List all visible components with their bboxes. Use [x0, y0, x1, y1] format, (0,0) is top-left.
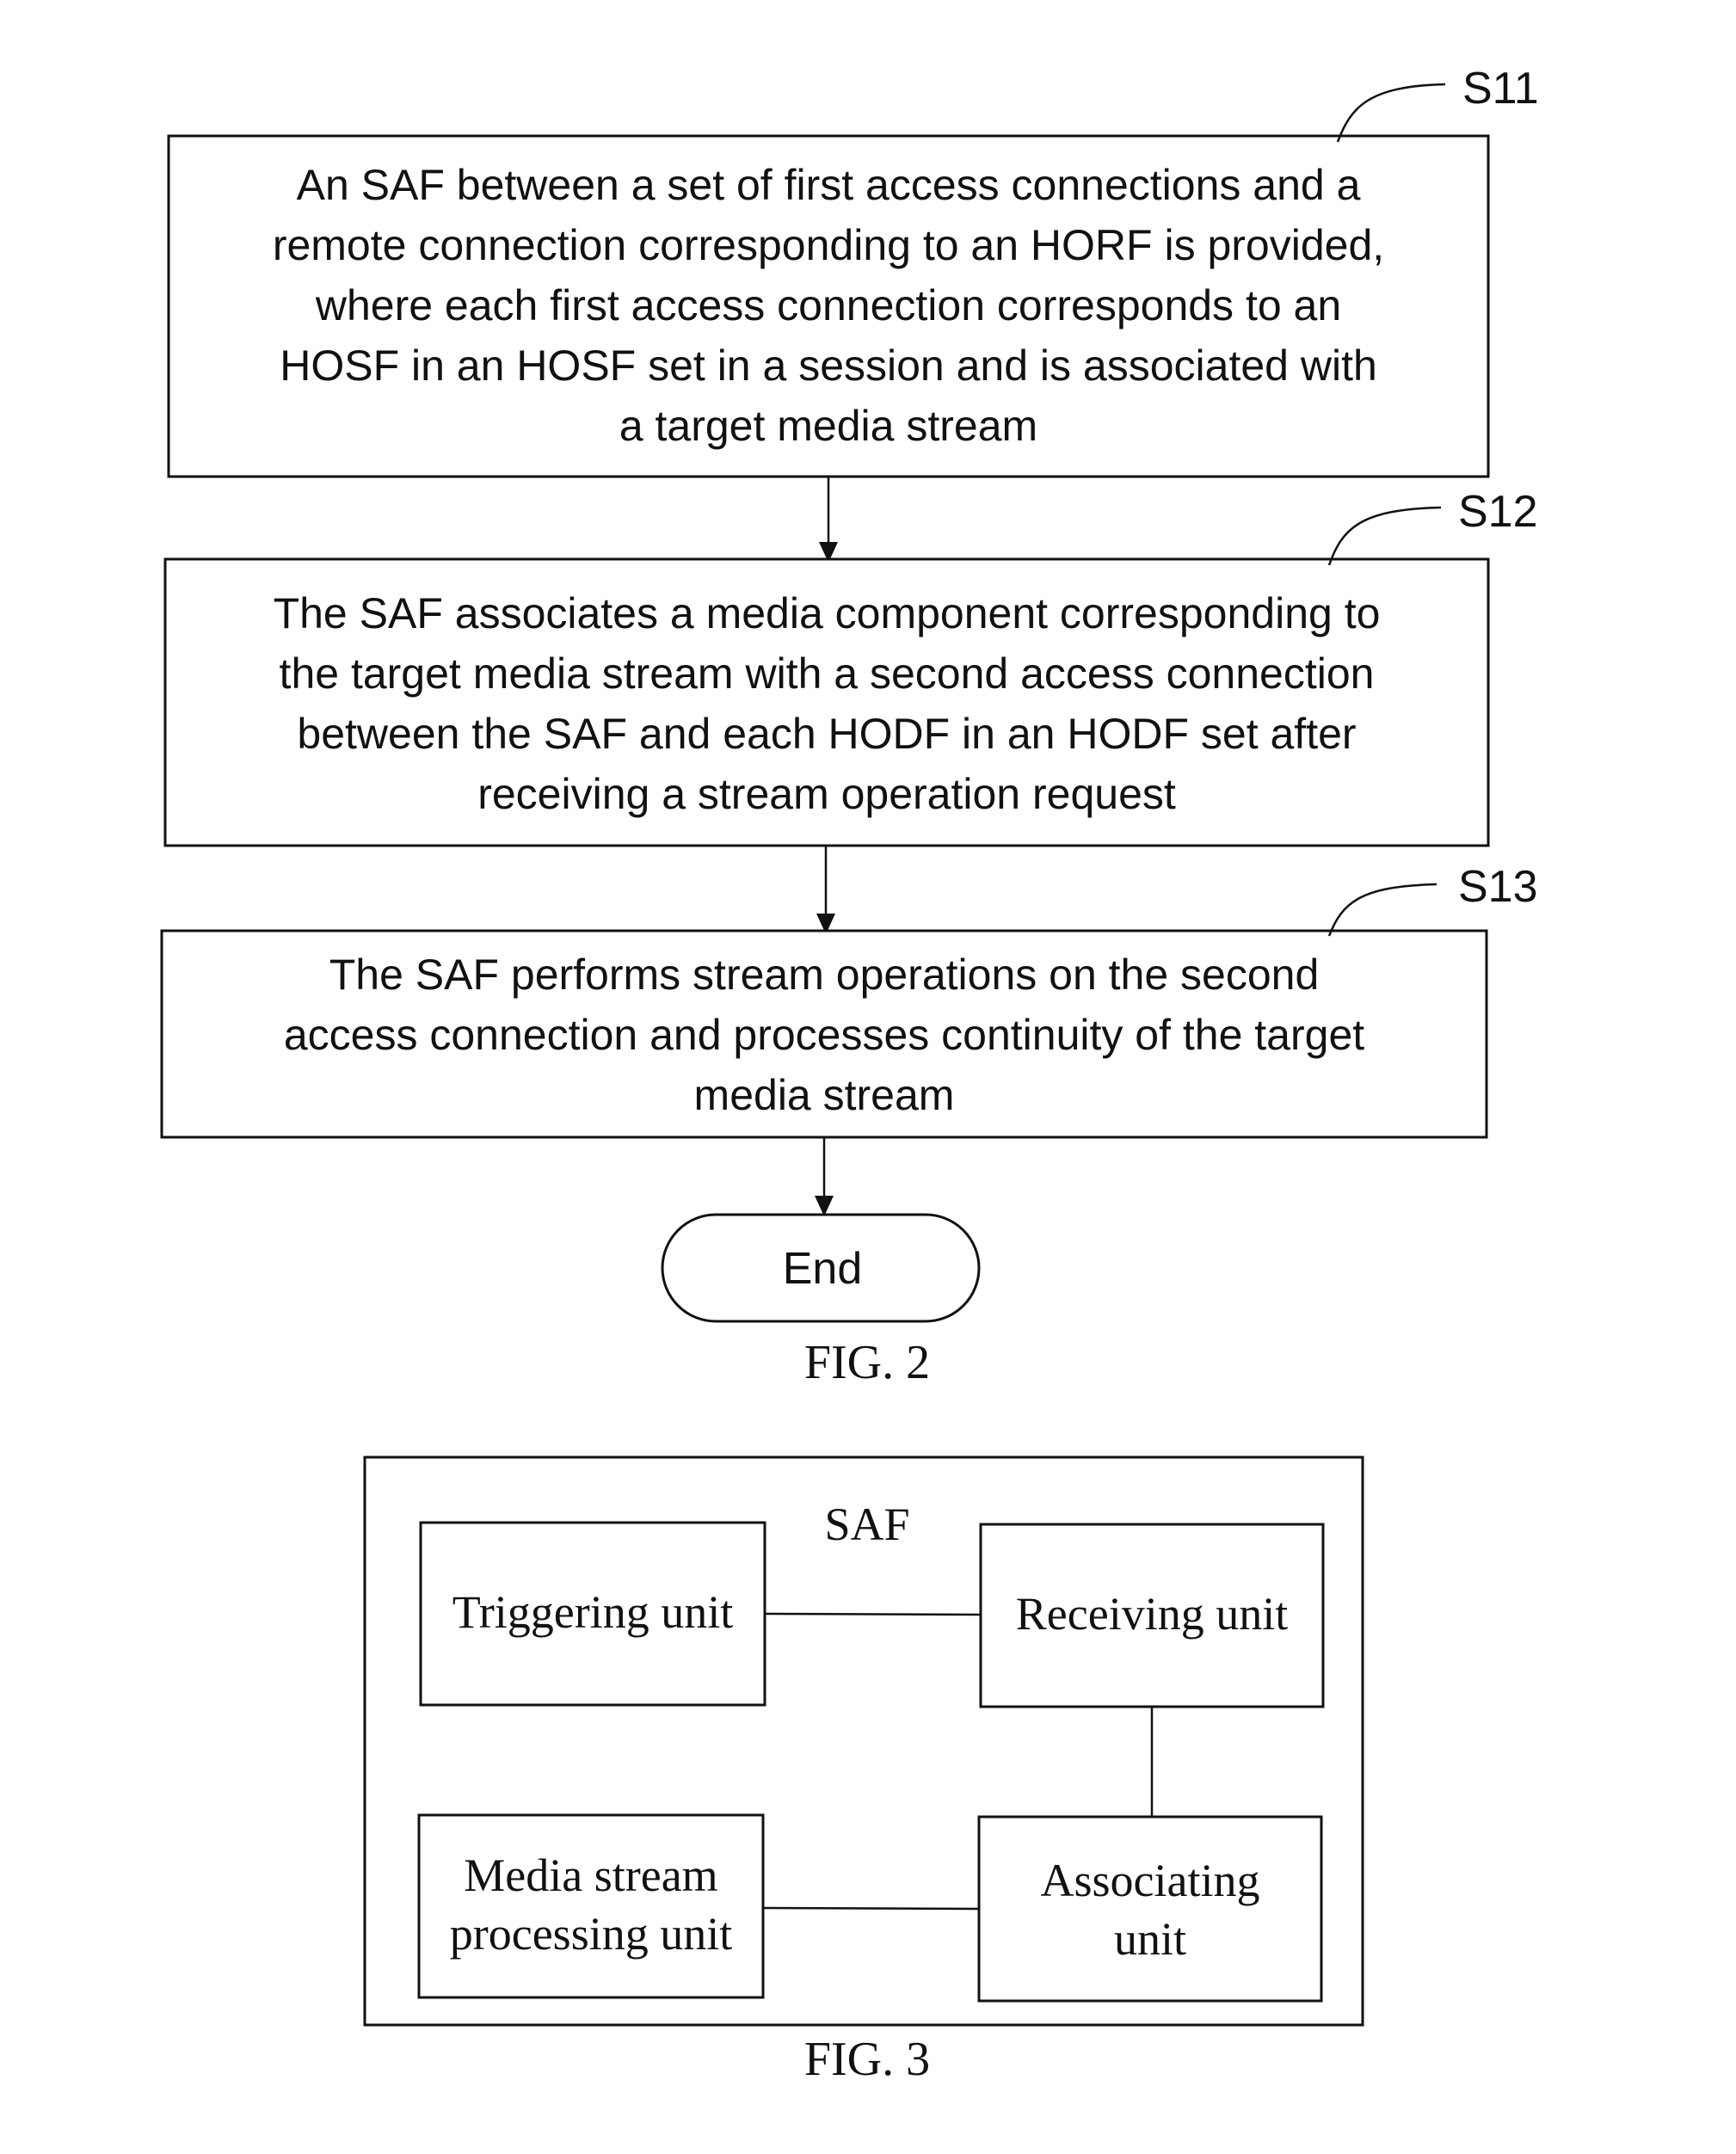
- associating-unit-label: unit: [1114, 1913, 1186, 1965]
- step-s11: An SAF between a set of first access con…: [167, 64, 1539, 478]
- media-stream-processing-unit-box: [417, 1813, 765, 1999]
- step-s12-text-line: the target media stream with a second ac…: [280, 649, 1375, 698]
- triggering-unit: Triggering unit: [419, 1521, 766, 1707]
- fig3-block-diagram: SAF Triggering unit Receiving unit Media…: [363, 1455, 1364, 2086]
- connector-triggering-receiving: [764, 1612, 982, 1616]
- step-s12-label: S12: [1458, 487, 1538, 537]
- step-s12-text-line: between the SAF and each HODF in an HODF…: [297, 710, 1356, 758]
- step-s12-text-line: receiving a stream operation request: [477, 770, 1176, 818]
- step-s11-text-line: remote connection corresponding to an HO…: [273, 221, 1384, 269]
- step-s11-text-line: a target media stream: [619, 402, 1037, 450]
- arrow-s12-s13: [816, 846, 835, 934]
- patent-figures: An SAF between a set of first access con…: [160, 64, 1539, 2086]
- step-s12-leader-line: [1327, 506, 1442, 566]
- step-s11-leader-line: [1336, 83, 1446, 143]
- associating-unit-box: [977, 1815, 1323, 2003]
- media-stream-processing-unit-label: processing unit: [450, 1908, 732, 1960]
- step-s13-text-line: media stream: [694, 1071, 955, 1119]
- step-s13: The SAF performs stream operations on th…: [160, 862, 1538, 1139]
- connector-media-associating: [762, 1906, 980, 1911]
- fig2-flowchart: An SAF between a set of first access con…: [160, 64, 1539, 1389]
- arrow-s11-s12: [819, 477, 838, 563]
- step-s11-label: S11: [1462, 64, 1539, 114]
- associating-unit-label: Associating: [1041, 1855, 1260, 1906]
- triggering-unit-label: Triggering unit: [452, 1586, 734, 1638]
- fig3-caption: FIG. 3: [804, 2033, 930, 2086]
- step-s13-text-line: The SAF performs stream operations on th…: [329, 951, 1320, 999]
- receiving-unit: Receiving unit: [979, 1523, 1325, 1708]
- step-s13-label: S13: [1458, 862, 1538, 912]
- step-s13-leader-line: [1327, 883, 1437, 937]
- associating-unit: Associating unit: [977, 1815, 1323, 2003]
- step-s12: The SAF associates a media component cor…: [163, 487, 1538, 847]
- step-s13-text-line: access connection and processes continui…: [284, 1011, 1364, 1059]
- fig2-caption: FIG. 2: [804, 1336, 930, 1389]
- receiving-unit-label: Receiving unit: [1016, 1588, 1288, 1640]
- step-s11-text-line: where each first access connection corre…: [315, 281, 1341, 329]
- step-s11-text-line: An SAF between a set of first access con…: [297, 161, 1361, 209]
- end-terminator: End: [661, 1213, 981, 1323]
- end-label: End: [783, 1244, 863, 1294]
- media-stream-processing-unit: Media stream processing unit: [417, 1813, 765, 1999]
- arrow-s13-end: [815, 1137, 834, 1216]
- media-stream-processing-unit-label: Media stream: [464, 1849, 717, 1901]
- step-s12-text-line: The SAF associates a media component cor…: [274, 589, 1381, 637]
- step-s11-text-line: HOSF in an HOSF set in a session and is …: [280, 342, 1377, 390]
- saf-container-label: SAF: [824, 1499, 909, 1550]
